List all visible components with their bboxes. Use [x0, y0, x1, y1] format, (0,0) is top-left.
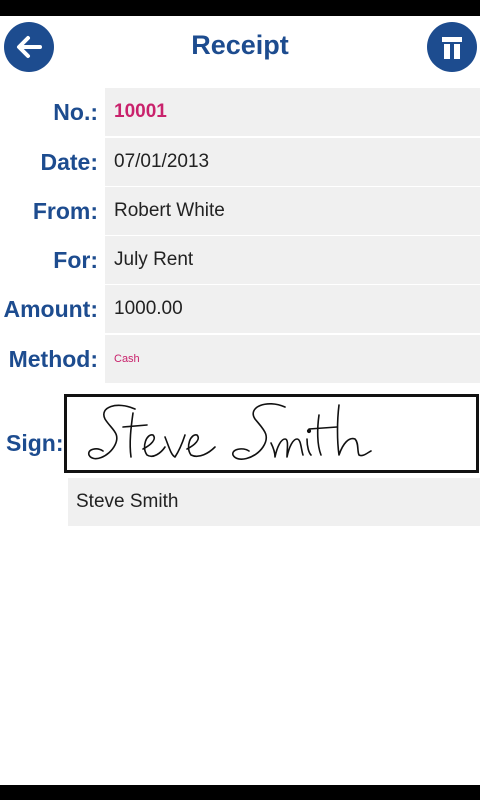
amount-label: Amount: — [3, 295, 98, 322]
amount-row: Amount: 1000.00 — [0, 285, 480, 333]
date-label: Date: — [40, 148, 98, 175]
from-row: From: Robert White — [0, 187, 480, 235]
method-value[interactable]: Cash — [105, 335, 480, 383]
method-row: Method: Cash — [0, 335, 480, 383]
signature-drawing — [87, 403, 372, 460]
receipt-number-label: No.: — [53, 98, 98, 125]
for-value[interactable]: July Rent — [105, 236, 480, 284]
date-row: Date: 07/01/2013 — [0, 138, 480, 186]
for-label: For: — [53, 246, 98, 273]
navigation-bar — [0, 785, 480, 800]
page-title: Receipt — [191, 30, 289, 60]
signer-name-field[interactable]: Steve Smith — [68, 478, 480, 526]
date-value[interactable]: 07/01/2013 — [105, 138, 480, 186]
amount-value[interactable]: 1000.00 — [105, 285, 480, 333]
sign-label: Sign: — [6, 430, 64, 456]
delete-button[interactable] — [427, 22, 477, 72]
for-row: For: July Rent — [0, 236, 480, 284]
method-label: Method: — [8, 345, 98, 372]
receipt-number-value[interactable]: 10001 — [105, 88, 480, 136]
from-value[interactable]: Robert White — [105, 187, 480, 235]
status-bar — [0, 0, 480, 16]
receipt-number-row: No.: 10001 — [0, 88, 480, 136]
trash-icon — [442, 37, 462, 59]
signature-pad[interactable] — [64, 394, 479, 473]
from-label: From: — [32, 197, 98, 224]
